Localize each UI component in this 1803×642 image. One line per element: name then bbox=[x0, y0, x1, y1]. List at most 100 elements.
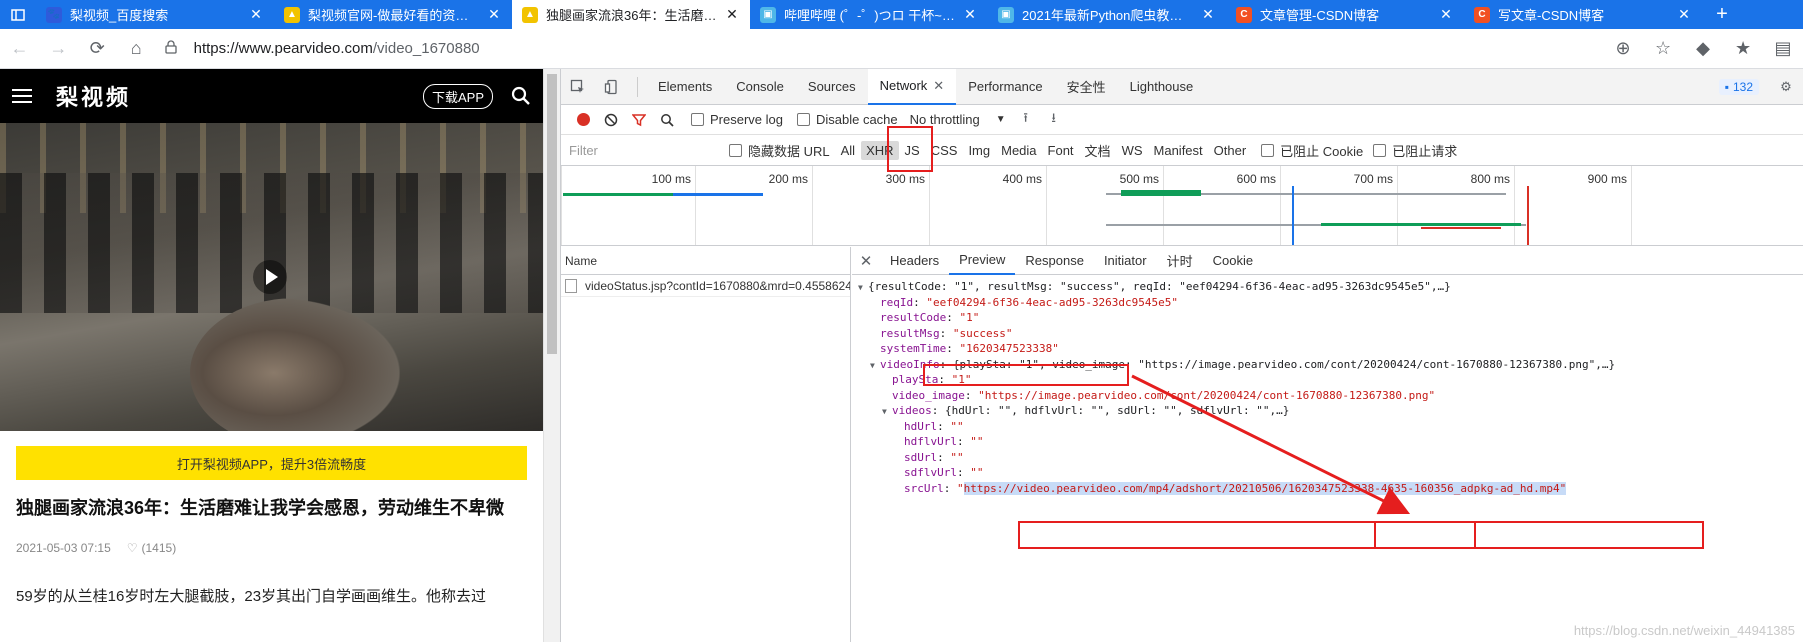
record-icon[interactable] bbox=[569, 106, 597, 134]
detail-tab-timing[interactable]: 计时 bbox=[1157, 247, 1203, 275]
close-tab-icon[interactable]: ✕ bbox=[486, 6, 502, 23]
collections-icon[interactable]: ▤ bbox=[1763, 29, 1803, 69]
close-tab-icon[interactable]: ✕ bbox=[962, 6, 978, 23]
request-detail: ✕ Headers Preview Response Initiator 计时 … bbox=[852, 247, 1803, 642]
request-list-header[interactable]: Name bbox=[561, 247, 850, 275]
close-tab-icon[interactable]: ✕ bbox=[724, 6, 740, 23]
hide-data-url-checkbox[interactable]: 隐藏数据 URL bbox=[729, 141, 830, 160]
home-icon[interactable]: ⌂ bbox=[117, 29, 156, 69]
devtools-tab-lighthouse[interactable]: Lighthouse bbox=[1118, 69, 1206, 105]
preserve-log-checkbox[interactable]: Preserve log bbox=[691, 112, 783, 127]
settings-gear-icon[interactable]: ⚙ bbox=[1769, 69, 1803, 105]
throttling-select[interactable]: No throttling ▼ bbox=[910, 112, 1006, 127]
close-detail-icon[interactable]: ✕ bbox=[852, 252, 880, 270]
expand-triangle-icon[interactable]: ▼ bbox=[858, 280, 868, 296]
close-tab-icon[interactable]: ✕ bbox=[933, 78, 944, 94]
back-arrow-icon[interactable]: ← bbox=[0, 29, 39, 69]
search-icon[interactable] bbox=[511, 86, 531, 106]
devtools-tab-network[interactable]: Network ✕ bbox=[867, 68, 957, 105]
checkbox-icon[interactable] bbox=[1261, 143, 1275, 157]
filter-icon[interactable] bbox=[625, 106, 653, 134]
expand-triangle-icon[interactable]: ▼ bbox=[870, 358, 880, 374]
annotation-box-xhr bbox=[887, 126, 933, 172]
zoom-icon[interactable]: ⊕ bbox=[1603, 29, 1643, 69]
browser-tab[interactable]: C 写文章-CSDN博客 ✕ bbox=[1464, 0, 1702, 29]
browser-tab[interactable]: 🐾 梨视频_百度搜索 ✕ bbox=[36, 0, 274, 29]
menu-icon[interactable] bbox=[12, 85, 32, 107]
devtools-tab-security[interactable]: 安全性 bbox=[1055, 69, 1118, 105]
tab-title: 文章管理-CSDN博客 bbox=[1260, 8, 1380, 23]
new-tab-button[interactable]: + bbox=[1702, 0, 1742, 29]
browser-tab[interactable]: ▣ 2021年最新Python爬虫教程+实 ✕ bbox=[988, 0, 1226, 29]
blocked-cookies-label: 已阻止 Cookie bbox=[1280, 143, 1364, 159]
detail-tab-response[interactable]: Response bbox=[1015, 247, 1094, 275]
detail-tab-initiator[interactable]: Initiator bbox=[1094, 247, 1157, 275]
json-root-line[interactable]: ▼ {resultCode: "1", resultMsg: "success",… bbox=[852, 279, 1803, 295]
download-app-button[interactable]: 下载APP bbox=[422, 83, 493, 109]
close-tab-icon[interactable]: ✕ bbox=[1200, 6, 1216, 23]
checkbox-icon[interactable] bbox=[691, 113, 704, 126]
forward-arrow-icon[interactable]: → bbox=[39, 29, 78, 69]
detail-tab-headers[interactable]: Headers bbox=[880, 247, 949, 275]
issues-badge[interactable]: ▪ 132 bbox=[1718, 78, 1759, 95]
scrollbar-thumb[interactable] bbox=[547, 74, 557, 354]
filter-type-other[interactable]: Other bbox=[1209, 141, 1252, 160]
devtools-tab-performance[interactable]: Performance bbox=[956, 69, 1054, 105]
devtools-tab-sources[interactable]: Sources bbox=[796, 69, 868, 105]
site-logo[interactable]: 梨视频 bbox=[56, 80, 423, 112]
close-tab-icon[interactable]: ✕ bbox=[248, 6, 264, 23]
expand-triangle-icon[interactable]: ▼ bbox=[882, 404, 892, 420]
filter-type-all[interactable]: All bbox=[836, 141, 860, 160]
refresh-icon[interactable]: ⟳ bbox=[78, 29, 117, 69]
checkbox-icon[interactable] bbox=[796, 113, 810, 126]
browser-tab[interactable]: ▣ 哔哩哔哩 (゜-゜)つロ 干杯~-bilibi ✕ bbox=[750, 0, 988, 29]
request-row[interactable]: videoStatus.jsp?contId=1670880&mrd=0.455… bbox=[561, 275, 850, 297]
devtools-tab-elements[interactable]: Elements bbox=[646, 69, 724, 105]
timeline-bar bbox=[563, 193, 673, 196]
json-line-videos[interactable]: ▼ videos: {hdUrl: "", hdflvUrl: "", sdUrl… bbox=[852, 403, 1803, 419]
export-har-icon[interactable]: ⭳ bbox=[1040, 106, 1068, 134]
close-tab-icon[interactable]: ✕ bbox=[1676, 6, 1692, 23]
open-app-banner[interactable]: 打开梨视频APP，提升3倍流畅度 bbox=[16, 446, 527, 480]
search-icon[interactable] bbox=[653, 106, 681, 134]
filter-input[interactable]: Filter bbox=[569, 143, 719, 158]
detail-tab-cookies[interactable]: Cookie bbox=[1203, 247, 1263, 275]
pearvideo-favicon-icon: ▲ bbox=[284, 6, 300, 23]
filter-type-img[interactable]: Img bbox=[963, 141, 995, 160]
blocked-cookies-checkbox[interactable]: 已阻止 Cookie bbox=[1261, 141, 1363, 160]
extension-icon[interactable]: ◆ bbox=[1683, 29, 1723, 69]
favorites-icon[interactable]: ★ bbox=[1723, 29, 1763, 69]
filter-type-font[interactable]: Font bbox=[1043, 141, 1079, 160]
checkbox-icon[interactable] bbox=[729, 143, 742, 157]
page-scrollbar[interactable] bbox=[543, 69, 560, 642]
lock-icon[interactable] bbox=[164, 39, 188, 58]
filter-type-manifest[interactable]: Manifest bbox=[1149, 141, 1208, 160]
url-field[interactable]: https://www.pearvideo.com/video_1670880 bbox=[164, 34, 1603, 64]
add-favorite-icon[interactable]: ☆ bbox=[1643, 29, 1683, 69]
inspect-element-icon[interactable] bbox=[561, 69, 595, 105]
browser-tab[interactable]: C 文章管理-CSDN博客 ✕ bbox=[1226, 0, 1464, 29]
web-page: 梨视频 下载APP 打开梨视频APP，提升3倍流畅度 独腿画家流浪36年：生活磨… bbox=[0, 69, 543, 642]
device-toolbar-icon[interactable] bbox=[595, 69, 629, 105]
tab-actions-icon[interactable] bbox=[0, 0, 36, 29]
video-player[interactable] bbox=[0, 123, 543, 431]
play-icon[interactable] bbox=[253, 260, 287, 294]
clear-icon[interactable] bbox=[597, 106, 625, 134]
annotation-box-srcurl-timestamp bbox=[1374, 521, 1476, 549]
heart-icon[interactable]: ♡ bbox=[127, 541, 138, 555]
devtools-tab-console[interactable]: Console bbox=[724, 69, 796, 105]
checkbox-icon[interactable] bbox=[1373, 143, 1387, 157]
filter-type-ws[interactable]: WS bbox=[1117, 141, 1148, 160]
blocked-requests-checkbox[interactable]: 已阻止请求 bbox=[1373, 141, 1457, 160]
import-har-icon[interactable]: ⭱ bbox=[1012, 106, 1040, 134]
network-timeline-overview[interactable]: 100 ms 200 ms 300 ms 400 ms 500 ms 600 m… bbox=[561, 166, 1803, 246]
srcurl-part-path: https://video.pearvideo.com/mp4/adshort/… bbox=[963, 481, 1289, 495]
baidu-favicon-icon: 🐾 bbox=[46, 6, 62, 23]
filter-type-media[interactable]: Media bbox=[996, 141, 1041, 160]
filter-type-doc[interactable]: 文档 bbox=[1080, 139, 1116, 162]
close-tab-icon[interactable]: ✕ bbox=[1438, 6, 1454, 23]
detail-tab-preview[interactable]: Preview bbox=[949, 247, 1016, 275]
browser-tab[interactable]: ▲ 梨视频官网-做最好看的资讯短视 ✕ bbox=[274, 0, 512, 29]
disable-cache-checkbox[interactable]: Disable cache bbox=[796, 112, 898, 127]
browser-tab-active[interactable]: ▲ 独腿画家流浪36年：生活磨难让 ✕ bbox=[512, 0, 750, 29]
